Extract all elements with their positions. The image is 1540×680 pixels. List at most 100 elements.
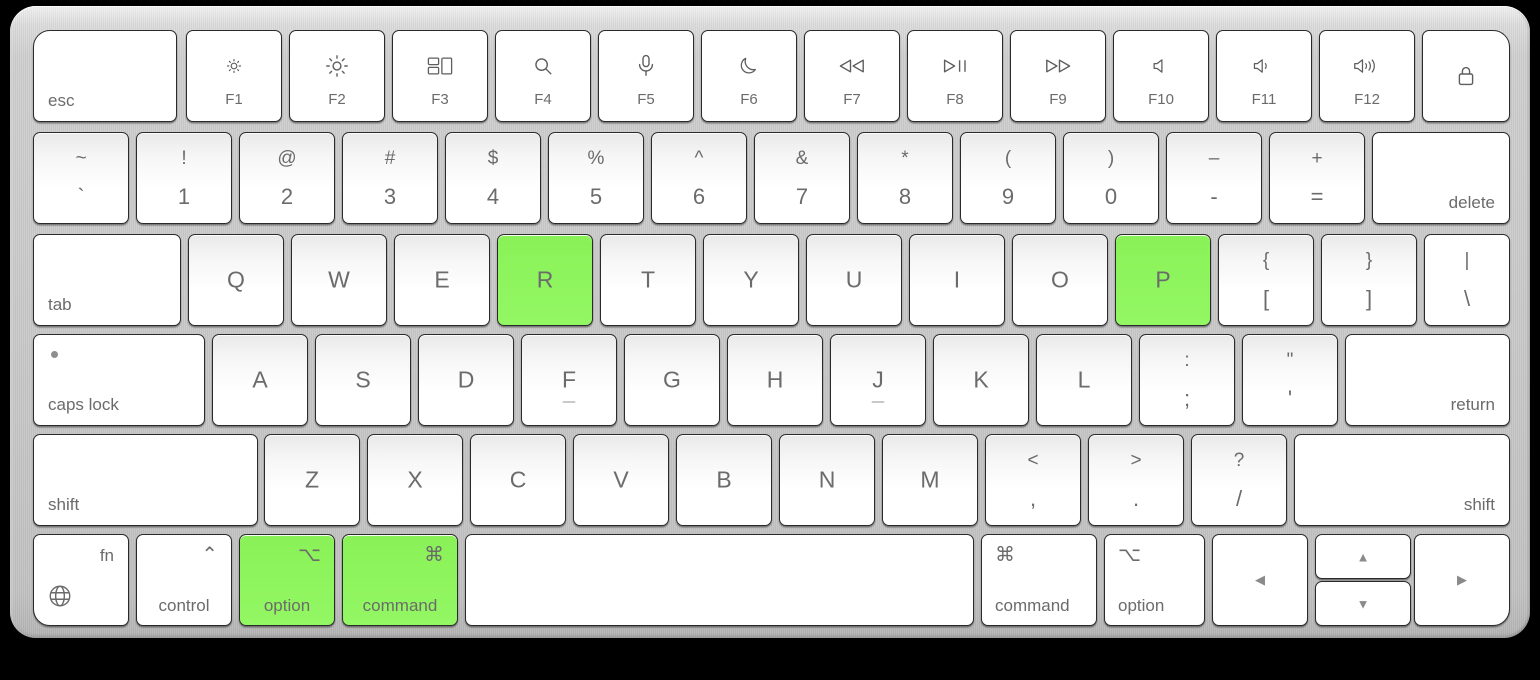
key-g-label: G	[663, 366, 681, 393]
key-8[interactable]: * 8	[857, 132, 953, 224]
key-arrow-up[interactable]: ▲	[1315, 534, 1411, 579]
key-z[interactable]: Z	[264, 434, 360, 526]
key-command-right[interactable]: ⌘ command	[981, 534, 1097, 626]
key-esc[interactable]: esc	[33, 30, 177, 122]
key-minus[interactable]: – -	[1166, 132, 1262, 224]
key-p[interactable]: P	[1115, 234, 1211, 326]
key-1-shift-label: !	[181, 148, 187, 170]
key-1[interactable]: ! 1	[136, 132, 232, 224]
key-b[interactable]: B	[676, 434, 772, 526]
key-e-label: E	[434, 266, 450, 293]
key-r[interactable]: R	[497, 234, 593, 326]
key-w[interactable]: W	[291, 234, 387, 326]
key-j[interactable]: J	[830, 334, 926, 426]
key-q[interactable]: Q	[188, 234, 284, 326]
key-a[interactable]: A	[212, 334, 308, 426]
key-bracket-right[interactable]: } ]	[1321, 234, 1417, 326]
key-f3[interactable]: F3	[392, 30, 488, 122]
key-semicolon[interactable]: : ;	[1139, 334, 1235, 426]
key-quote-base-label: '	[1287, 385, 1293, 411]
key-a-label: A	[252, 366, 268, 393]
key-h[interactable]: H	[727, 334, 823, 426]
key-7-base-label: 7	[795, 183, 809, 209]
key-5[interactable]: % 5	[548, 132, 644, 224]
dictation-mic-icon	[599, 51, 693, 81]
key-option-left[interactable]: ⌥ option	[239, 534, 335, 626]
key-f1[interactable]: F1	[186, 30, 282, 122]
key-fn-label: fn	[99, 546, 114, 565]
key-v[interactable]: V	[573, 434, 669, 526]
key-control[interactable]: ⌃ control	[136, 534, 232, 626]
key-f4-label: F4	[534, 91, 552, 108]
key-quote[interactable]: " '	[1242, 334, 1338, 426]
key-caps-lock[interactable]: caps lock	[33, 334, 205, 426]
key-d-label: D	[457, 366, 475, 393]
key-slash[interactable]: ? /	[1191, 434, 1287, 526]
key-o[interactable]: O	[1012, 234, 1108, 326]
key-c[interactable]: C	[470, 434, 566, 526]
key-f12[interactable]: F12	[1319, 30, 1415, 122]
key-bracket-left[interactable]: { [	[1218, 234, 1314, 326]
key-x[interactable]: X	[367, 434, 463, 526]
key-backslash[interactable]: | \	[1424, 234, 1510, 326]
key-4[interactable]: $ 4	[445, 132, 541, 224]
key-tab[interactable]: tab	[33, 234, 181, 326]
key-y[interactable]: Y	[703, 234, 799, 326]
key-fn-globe[interactable]: fn	[33, 534, 129, 626]
key-f2-label: F2	[328, 91, 346, 108]
key-n[interactable]: N	[779, 434, 875, 526]
key-f5[interactable]: F5	[598, 30, 694, 122]
key-f7[interactable]: F7	[804, 30, 900, 122]
key-f6[interactable]: F6	[701, 30, 797, 122]
key-arrow-right[interactable]: ▶	[1414, 534, 1510, 626]
key-comma[interactable]: < ,	[985, 434, 1081, 526]
key-f[interactable]: F	[521, 334, 617, 426]
key-shift-right[interactable]: shift	[1294, 434, 1510, 526]
key-f10[interactable]: F10	[1113, 30, 1209, 122]
key-return[interactable]: return	[1345, 334, 1510, 426]
key-0[interactable]: ) 0	[1063, 132, 1159, 224]
key-9[interactable]: ( 9	[960, 132, 1056, 224]
key-period[interactable]: > .	[1088, 434, 1184, 526]
key-command-left[interactable]: ⌘ command	[342, 534, 458, 626]
key-f9[interactable]: F9	[1010, 30, 1106, 122]
key-f8[interactable]: F8	[907, 30, 1003, 122]
mission-control-icon	[393, 51, 487, 81]
keyboard-keys-layer: esc F1 F2 F3 F4 F5 F6 F7 F8 F9 F10 F11 F…	[0, 0, 1540, 680]
key-option-right-label: option	[1118, 596, 1165, 615]
key-m[interactable]: M	[882, 434, 978, 526]
key-f10-label: F10	[1148, 91, 1174, 108]
key-l[interactable]: L	[1036, 334, 1132, 426]
key-i[interactable]: I	[909, 234, 1005, 326]
key-f11[interactable]: F11	[1216, 30, 1312, 122]
key-shift-left[interactable]: shift	[33, 434, 258, 526]
key-2[interactable]: @ 2	[239, 132, 335, 224]
lock-touch-id-icon	[1423, 31, 1509, 121]
key-s[interactable]: S	[315, 334, 411, 426]
brightness-down-icon	[187, 51, 281, 81]
key-backtick[interactable]: ~ `	[33, 132, 129, 224]
key-equal[interactable]: + =	[1269, 132, 1365, 224]
key-e[interactable]: E	[394, 234, 490, 326]
key-k[interactable]: K	[933, 334, 1029, 426]
key-3-shift-label: #	[384, 148, 396, 170]
key-arrow-left[interactable]: ◀	[1212, 534, 1308, 626]
key-3[interactable]: # 3	[342, 132, 438, 224]
key-space[interactable]	[465, 534, 974, 626]
key-6[interactable]: ^ 6	[651, 132, 747, 224]
key-f2[interactable]: F2	[289, 30, 385, 122]
key-touch-id[interactable]	[1422, 30, 1510, 122]
key-g[interactable]: G	[624, 334, 720, 426]
key-backtick-base-label: `	[77, 183, 85, 209]
key-option-right[interactable]: ⌥ option	[1104, 534, 1205, 626]
key-t[interactable]: T	[600, 234, 696, 326]
key-d[interactable]: D	[418, 334, 514, 426]
key-arrow-down[interactable]: ▼	[1315, 581, 1411, 626]
key-u[interactable]: U	[806, 234, 902, 326]
fast-forward-icon	[1011, 51, 1105, 81]
key-f4[interactable]: F4	[495, 30, 591, 122]
key-f8-label: F8	[946, 91, 964, 108]
key-delete[interactable]: delete	[1372, 132, 1510, 224]
key-3-base-label: 3	[383, 183, 397, 209]
key-7[interactable]: & 7	[754, 132, 850, 224]
